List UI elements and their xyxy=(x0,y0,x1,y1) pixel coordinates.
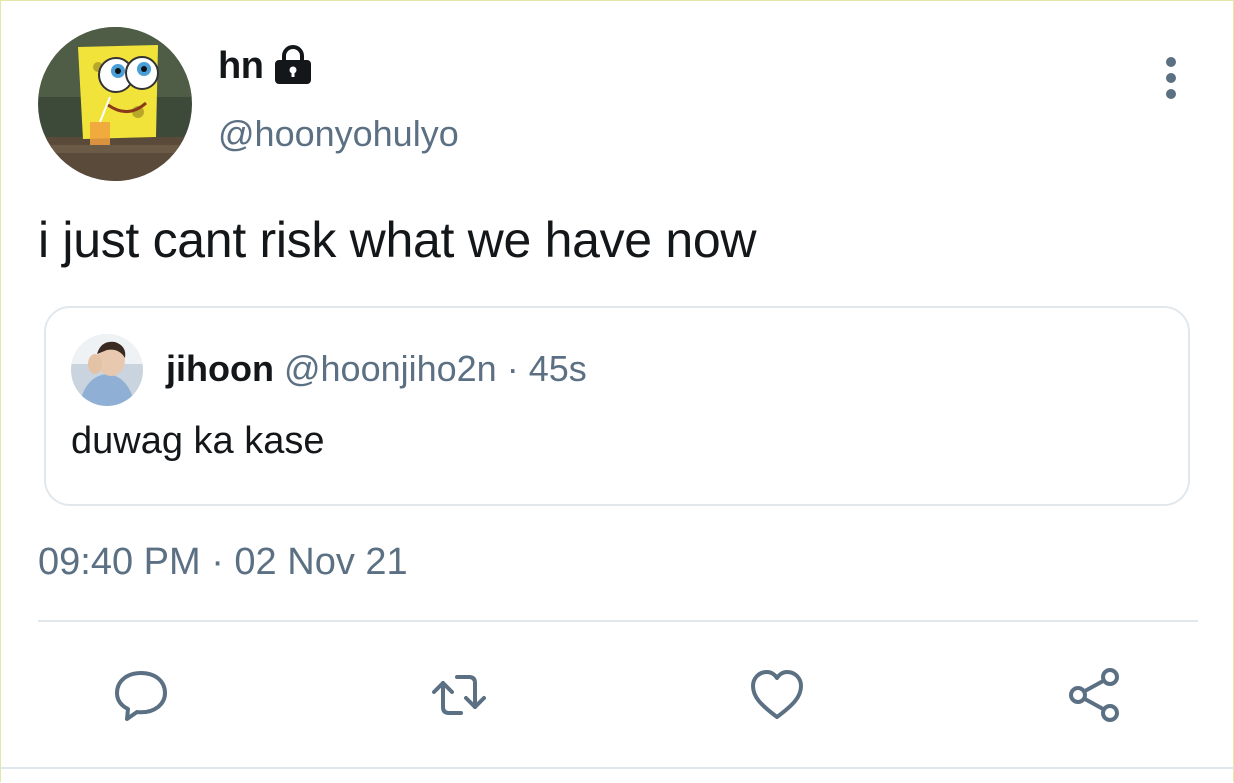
tweet-text: i just cant risk what we have now xyxy=(38,212,757,268)
reply-button[interactable] xyxy=(111,665,171,725)
more-vertical-icon[interactable] xyxy=(1151,56,1191,100)
spongebob-avatar-image xyxy=(38,27,192,181)
quoted-tweet-text: duwag ka kase xyxy=(71,420,325,462)
divider xyxy=(38,620,1198,622)
lock-icon xyxy=(271,45,315,85)
comment-icon xyxy=(115,671,167,721)
retweet-button[interactable] xyxy=(429,665,489,725)
author-avatar[interactable] xyxy=(38,27,192,181)
share-icon xyxy=(1069,668,1119,722)
retweet-icon xyxy=(432,675,486,715)
quoted-display-name[interactable]: jihoon xyxy=(166,348,274,389)
like-button[interactable] xyxy=(747,665,807,725)
tweet-timestamp[interactable]: 09:40 PM · 02 Nov 21 xyxy=(38,541,408,584)
author-display-name[interactable]: hn xyxy=(218,45,264,88)
quoted-tweet-card[interactable]: jihoon @hoonjiho2n · 45s duwag ka kase xyxy=(44,306,1190,506)
bottom-divider xyxy=(1,767,1234,769)
share-button[interactable] xyxy=(1064,665,1124,725)
tweet-container: hn @hoonyohulyo i just cant risk what we… xyxy=(0,0,1234,782)
quoted-tweet-header: jihoon @hoonjiho2n · 45s xyxy=(166,348,587,390)
heart-icon xyxy=(751,670,803,719)
quoted-handle[interactable]: @hoonjiho2n xyxy=(284,348,497,389)
quoted-author-avatar[interactable] xyxy=(71,334,143,406)
quoted-separator: · xyxy=(506,348,519,389)
author-handle[interactable]: @hoonyohulyo xyxy=(218,113,459,155)
user-photo-avatar-image xyxy=(71,334,143,406)
quoted-time: 45s xyxy=(528,348,587,389)
